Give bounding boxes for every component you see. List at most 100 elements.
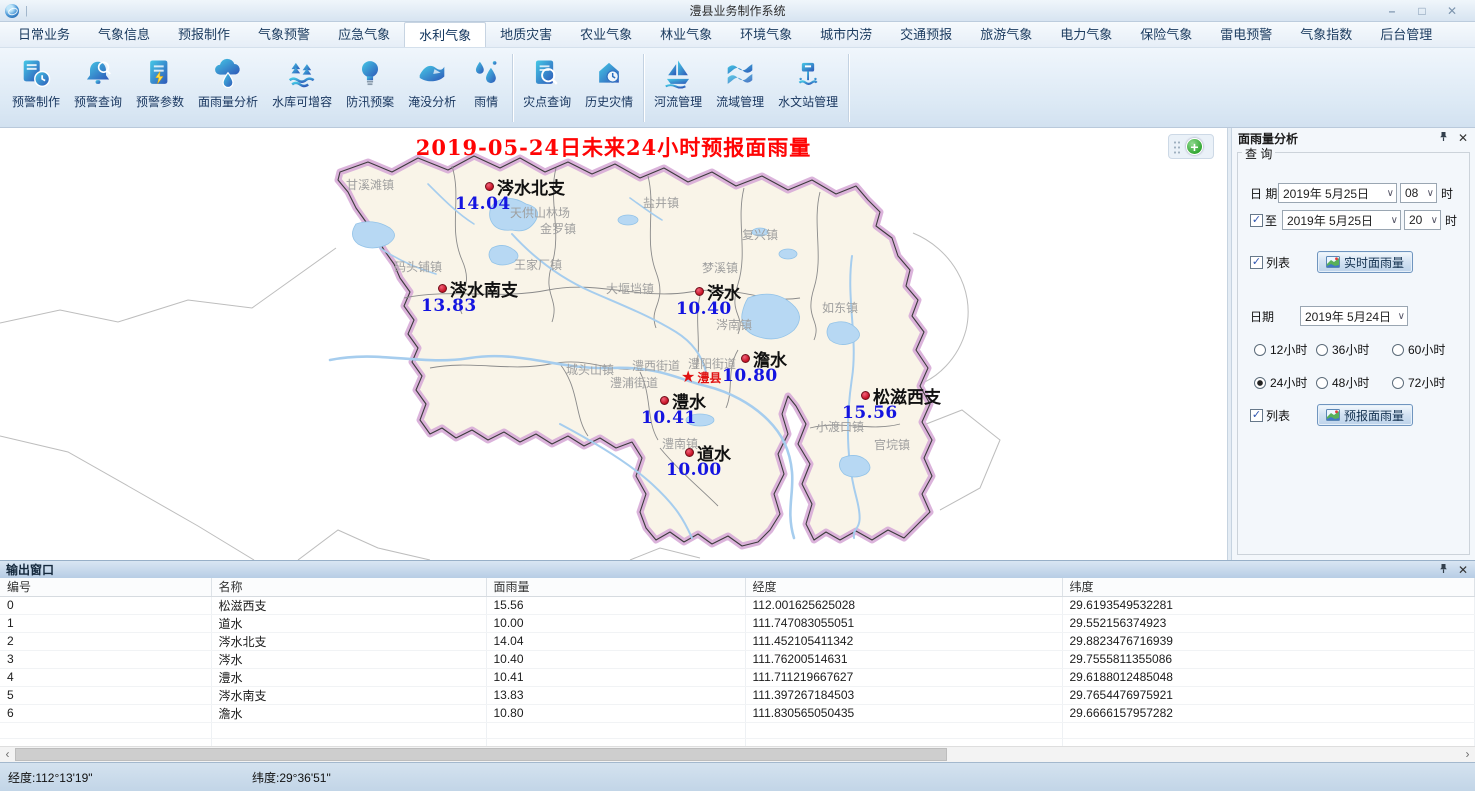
table-empty-row <box>0 738 1475 746</box>
duration-radio-48小时[interactable]: 48小时 <box>1316 374 1392 391</box>
tool-doc-bolt[interactable]: 预警参数 <box>129 54 191 112</box>
table-cell: 112.001625625028 <box>745 596 1062 614</box>
column-header[interactable]: 名称 <box>211 578 486 596</box>
tool-raindrops[interactable]: 雨情 <box>463 54 509 112</box>
check-icon: ✓ <box>1252 410 1261 420</box>
column-header[interactable]: 编号 <box>0 578 211 596</box>
map-canvas[interactable]: 2019-05-24日未来24小时预报面雨量 甘溪滩镇盐井镇天供山林场金罗镇复兴… <box>0 128 1227 560</box>
forecast-list-checkbox[interactable]: ✓ <box>1250 409 1263 422</box>
table-cell: 10.41 <box>486 668 745 686</box>
tool-cloud-drop[interactable]: 面雨量分析 <box>191 54 265 112</box>
map-zoom-control[interactable]: + <box>1168 134 1214 159</box>
tool-flood-wave[interactable]: 淹没分析 <box>401 54 463 112</box>
menu-item-9[interactable]: 林业气象 <box>646 22 726 47</box>
tool-reservoir[interactable]: 水库可增容 <box>265 54 339 112</box>
menu-item-13[interactable]: 旅游气象 <box>966 22 1046 47</box>
table-cell-empty <box>0 738 211 746</box>
table-row[interactable]: 6澹水10.80111.83056505043529.6666157957282 <box>0 704 1475 722</box>
tool-history-house[interactable]: 历史灾情 <box>578 54 640 112</box>
menu-item-5[interactable]: 应急气象 <box>324 22 404 47</box>
table-cell-empty <box>0 722 211 738</box>
to-checkbox[interactable]: ✓ <box>1250 214 1263 227</box>
table-row[interactable]: 1道水10.00111.74708305505129.552156374923 <box>0 614 1475 632</box>
radio-icon <box>1254 377 1266 389</box>
tool-hydro-station[interactable]: 水文站管理 <box>771 54 845 112</box>
menu-item-18[interactable]: 后台管理 <box>1366 22 1446 47</box>
close-button[interactable]: ✕ <box>1437 4 1467 18</box>
radio-icon <box>1316 377 1328 389</box>
to-date-select[interactable]: 2019年 5月25日 ∨ <box>1282 210 1401 230</box>
tool-bell-search[interactable]: 预警查询 <box>67 54 129 112</box>
scroll-right-button[interactable]: › <box>1460 747 1475 762</box>
maximize-button[interactable]: □ <box>1407 4 1437 18</box>
from-hour-select[interactable]: 08 ∨ <box>1400 183 1437 203</box>
menu-item-15[interactable]: 保险气象 <box>1126 22 1206 47</box>
menu-item-4[interactable]: 气象预警 <box>244 22 324 47</box>
tool-label: 面雨量分析 <box>198 93 258 110</box>
table-cell-empty <box>486 738 745 746</box>
realtime-list-checkbox[interactable]: ✓ <box>1250 256 1263 269</box>
table-row[interactable]: 4澧水10.41111.71121966762729.6188012485048 <box>0 668 1475 686</box>
column-header[interactable]: 经度 <box>745 578 1062 596</box>
to-label: 至 <box>1265 212 1280 229</box>
zoom-in-icon[interactable]: + <box>1186 138 1203 155</box>
minimize-button[interactable]: – <box>1377 4 1407 18</box>
duration-radio-36小时[interactable]: 36小时 <box>1316 341 1392 358</box>
scroll-left-button[interactable]: ‹ <box>0 747 15 762</box>
forecast-date-row: 日期 2019年 5月24日 ∨ <box>1238 306 1469 326</box>
chevron-down-icon: ∨ <box>1431 215 1438 226</box>
table-row[interactable]: 2涔水北支14.04111.45210541134229.88234767169… <box>0 632 1475 650</box>
forecast-rain-button[interactable]: 预报面雨量 <box>1317 404 1413 426</box>
scrollbar-thumb[interactable] <box>15 748 947 761</box>
menu-item-1[interactable]: 日常业务 <box>4 22 84 47</box>
check-icon: ✓ <box>1252 257 1261 267</box>
menu-item-7[interactable]: 地质灾害 <box>486 22 566 47</box>
table-row[interactable]: 0松滋西支15.56112.00162562502829.61935495322… <box>0 596 1475 614</box>
duration-radio-12小时[interactable]: 12小时 <box>1254 341 1316 358</box>
menu-item-16[interactable]: 雷电预警 <box>1206 22 1286 47</box>
table-cell: 14.04 <box>486 632 745 650</box>
menu-item-3[interactable]: 预报制作 <box>164 22 244 47</box>
column-header[interactable]: 纬度 <box>1062 578 1475 596</box>
output-window-header: 输出窗口 ✕ <box>0 561 1475 578</box>
panel-close-icon[interactable]: ✕ <box>1458 131 1468 145</box>
table-cell: 29.6193549532281 <box>1062 596 1475 614</box>
duration-radio-72小时[interactable]: 72小时 <box>1392 374 1472 391</box>
doc-search-icon <box>531 58 563 90</box>
horizontal-scrollbar[interactable]: ‹ › <box>0 746 1475 762</box>
tool-doc-search[interactable]: 灾点查询 <box>516 54 578 112</box>
pin-icon[interactable] <box>1438 131 1449 145</box>
menu-item-11[interactable]: 城市内涝 <box>806 22 886 47</box>
doc-clock-icon <box>20 58 52 90</box>
menu-item-12[interactable]: 交通预报 <box>886 22 966 47</box>
table-row[interactable]: 3涔水10.40111.7620051463129.7555811355086 <box>0 650 1475 668</box>
to-hour-select[interactable]: 20 ∨ <box>1404 210 1441 230</box>
tool-doc-clock[interactable]: 预警制作 <box>5 54 67 112</box>
from-date-select[interactable]: 2019年 5月25日 ∨ <box>1278 183 1397 203</box>
realtime-rain-button[interactable]: 实时面雨量 <box>1317 251 1413 273</box>
table-row[interactable]: 5涔水南支13.83111.39726718450329.76544769759… <box>0 686 1475 704</box>
duration-radio-60小时[interactable]: 60小时 <box>1392 341 1472 358</box>
radio-icon <box>1392 344 1404 356</box>
column-header[interactable]: 面雨量 <box>486 578 745 596</box>
map-chart-icon <box>1326 255 1340 269</box>
menu-item-10[interactable]: 环境气象 <box>726 22 806 47</box>
tool-sailboat[interactable]: 河流管理 <box>647 54 709 112</box>
menu-item-2[interactable]: 气象信息 <box>84 22 164 47</box>
menu-item-6[interactable]: 水利气象 <box>404 22 486 47</box>
menu-item-8[interactable]: 农业气象 <box>566 22 646 47</box>
forecast-date-select[interactable]: 2019年 5月24日 ∨ <box>1300 306 1408 326</box>
duration-radio-24小时[interactable]: 24小时 <box>1254 374 1316 391</box>
menu-item-14[interactable]: 电力气象 <box>1046 22 1126 47</box>
table-cell: 29.7555811355086 <box>1062 650 1475 668</box>
output-close-icon[interactable]: ✕ <box>1458 563 1468 577</box>
output-window: 输出窗口 ✕ 编号名称面雨量经度纬度 0松滋西支15.56112.0016256… <box>0 560 1475 762</box>
table-cell: 10.00 <box>486 614 745 632</box>
to-date-value: 2019年 5月25日 <box>1287 212 1389 229</box>
tool-waves[interactable]: 流域管理 <box>709 54 771 112</box>
menu-item-17[interactable]: 气象指数 <box>1286 22 1366 47</box>
query-group-title: 查 询 <box>1242 145 1275 162</box>
waves-icon <box>724 58 756 90</box>
tool-bulb[interactable]: 防汛预案 <box>339 54 401 112</box>
pin-icon[interactable] <box>1438 563 1449 577</box>
